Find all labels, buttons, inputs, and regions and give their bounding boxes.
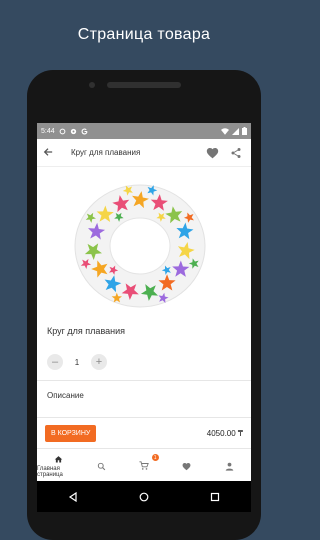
- google-icon: [81, 128, 88, 134]
- favorite-button[interactable]: [203, 147, 221, 159]
- bottom-navigation: Главная страница 1: [37, 451, 251, 481]
- page-headline: Страница товара: [77, 26, 211, 43]
- search-icon: [97, 462, 105, 470]
- nav-home-label: Главная страница: [37, 465, 63, 478]
- decrease-button[interactable]: –: [47, 354, 63, 370]
- purchase-bar: В КОРЗИНУ 4050.00 ₸: [37, 417, 251, 449]
- app-bar-title: Круг для плавания: [71, 148, 141, 157]
- app-bar: Круг для плавания: [37, 139, 251, 167]
- battery-icon: [242, 127, 247, 135]
- front-camera: [89, 82, 95, 88]
- swim-ring-image: [74, 183, 206, 308]
- nav-favorites[interactable]: [165, 451, 208, 481]
- quantity-stepper: – 1 +: [37, 354, 251, 370]
- nav-profile[interactable]: [208, 451, 251, 481]
- cart-icon: [139, 461, 149, 470]
- cart-badge: 1: [151, 454, 159, 461]
- system-navigation-bar: [37, 481, 251, 512]
- recents-square-icon[interactable]: [210, 492, 220, 502]
- speaker-grille: [107, 82, 181, 88]
- status-bar: 5:44: [37, 123, 251, 139]
- product-image-area: [37, 167, 251, 321]
- increase-button[interactable]: +: [91, 354, 107, 370]
- share-button[interactable]: [227, 147, 245, 159]
- settings-icon: [70, 128, 76, 134]
- description-label[interactable]: Описание: [37, 381, 251, 400]
- back-button[interactable]: [43, 146, 59, 160]
- add-to-cart-button[interactable]: В КОРЗИНУ: [45, 424, 97, 442]
- nav-home[interactable]: Главная страница: [37, 451, 80, 481]
- nav-cart[interactable]: 1: [123, 451, 166, 481]
- product-price: 4050.00 ₸: [206, 428, 243, 438]
- back-triangle-icon[interactable]: [68, 491, 78, 502]
- phone-screen: 5:44 Круг для плавания Круг для плавания…: [37, 123, 251, 512]
- arrow-back-icon: [43, 147, 53, 156]
- heart-icon: [182, 462, 191, 470]
- quantity-value: 1: [74, 357, 80, 367]
- signal-icon: [232, 127, 239, 135]
- wifi-icon: [221, 127, 229, 135]
- heart-icon: [206, 147, 218, 158]
- product-name: Круг для плавания: [47, 326, 125, 336]
- home-icon: [54, 455, 63, 462]
- person-icon: [225, 462, 234, 471]
- nav-search[interactable]: [80, 451, 123, 481]
- status-time: 5:44: [41, 127, 55, 135]
- home-circle-icon[interactable]: [139, 492, 149, 502]
- share-icon: [231, 147, 241, 158]
- sync-icon: [59, 128, 65, 134]
